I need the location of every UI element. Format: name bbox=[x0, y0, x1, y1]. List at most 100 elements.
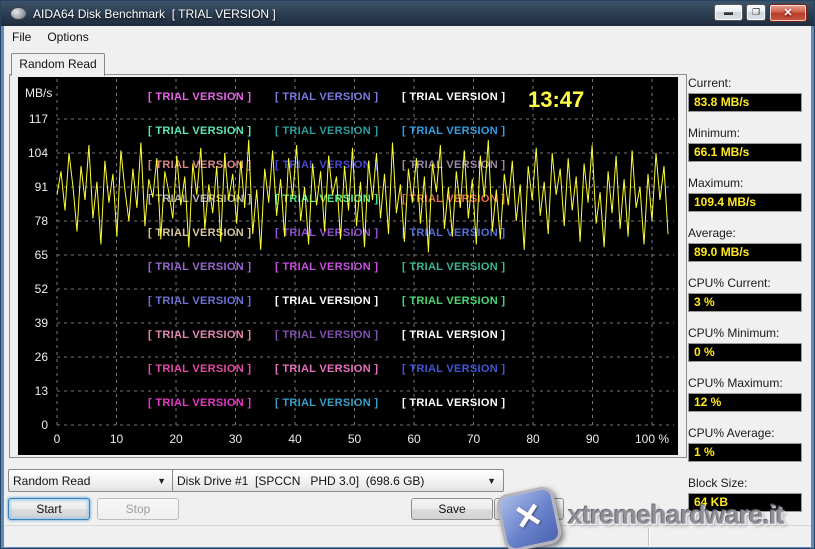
trial-watermark: [ TRIAL VERSION ] bbox=[402, 261, 505, 273]
stat-label: Average: bbox=[688, 226, 804, 240]
trial-watermark: [ TRIAL VERSION ] bbox=[402, 363, 505, 375]
trial-watermark: [ TRIAL VERSION ] bbox=[148, 227, 251, 239]
stat-value: 12 % bbox=[688, 393, 802, 412]
stat-value: 89.0 MB/s bbox=[688, 243, 802, 262]
x-tick-label: 30 bbox=[229, 432, 243, 446]
y-tick-label: 52 bbox=[35, 282, 49, 296]
maximize-button-icon[interactable]: ❐ bbox=[746, 4, 766, 21]
y-tick-label: 39 bbox=[35, 316, 49, 330]
x-tick-label: 60 bbox=[407, 432, 421, 446]
y-tick-label: 0 bbox=[41, 418, 48, 432]
stat-label: Maximum: bbox=[688, 176, 804, 190]
trial-watermark: [ TRIAL VERSION ] bbox=[275, 125, 378, 137]
menu-item-options[interactable]: Options bbox=[39, 27, 96, 47]
test-type-value: Random Read bbox=[13, 474, 154, 488]
stat-label: CPU% Average: bbox=[688, 426, 804, 440]
x-tick-label: 70 bbox=[467, 432, 481, 446]
trial-watermark: [ TRIAL VERSION ] bbox=[275, 397, 378, 409]
menu-item-file[interactable]: File bbox=[4, 27, 39, 47]
window-title: AIDA64 Disk Benchmark [ TRIAL VERSION ] bbox=[33, 7, 276, 21]
trial-watermark: [ TRIAL VERSION ] bbox=[402, 397, 505, 409]
trial-watermark: [ TRIAL VERSION ] bbox=[148, 261, 251, 273]
trial-watermark: [ TRIAL VERSION ] bbox=[275, 261, 378, 273]
trial-watermark: [ TRIAL VERSION ] bbox=[275, 329, 378, 341]
trial-watermark: [ TRIAL VERSION ] bbox=[402, 193, 505, 205]
stat-group: Maximum:109.4 MB/s bbox=[688, 176, 804, 212]
benchmark-chart: 117104917865523926130MB/s010203040506070… bbox=[18, 77, 678, 455]
stat-value: 0 % bbox=[688, 343, 802, 362]
clock-overlay: 13:47 bbox=[528, 87, 584, 112]
chart-panel: 117104917865523926130MB/s010203040506070… bbox=[9, 74, 687, 458]
trial-watermark: [ TRIAL VERSION ] bbox=[402, 125, 505, 137]
stat-label: CPU% Minimum: bbox=[688, 326, 804, 340]
x-tick-label: 40 bbox=[288, 432, 302, 446]
trial-watermark: [ TRIAL VERSION ] bbox=[402, 227, 505, 239]
stat-group: CPU% Minimum: 0 % bbox=[688, 326, 804, 362]
stat-label: CPU% Maximum: bbox=[688, 376, 804, 390]
y-tick-label: 65 bbox=[35, 248, 49, 262]
status-bar-divider bbox=[648, 528, 649, 546]
trial-watermark: [ TRIAL VERSION ] bbox=[148, 91, 251, 103]
x-tick-label: 100 % bbox=[635, 432, 669, 446]
trial-watermark: [ TRIAL VERSION ] bbox=[275, 363, 378, 375]
chevron-down-icon: ▼ bbox=[154, 476, 169, 486]
trial-watermark: [ TRIAL VERSION ] bbox=[402, 91, 505, 103]
stat-label: Block Size: bbox=[688, 476, 804, 490]
x-tick-label: 80 bbox=[526, 432, 540, 446]
start-button[interactable]: Start bbox=[8, 498, 90, 520]
stat-group: CPU% Maximum: 12 % bbox=[688, 376, 804, 412]
tab-random-read[interactable]: Random Read bbox=[11, 53, 105, 76]
stat-label: Current: bbox=[688, 76, 804, 90]
y-tick-label: 104 bbox=[28, 146, 48, 160]
stats-panel: Current: 83.8 MB/s Minimum: 66.1 MB/s Maximu… bbox=[688, 74, 804, 526]
stop-button[interactable]: Stop bbox=[97, 498, 179, 520]
minimize-button-icon[interactable]: ▬ bbox=[714, 4, 743, 21]
x-tick-label: 0 bbox=[54, 432, 61, 446]
y-axis-unit-label: MB/s bbox=[25, 86, 52, 100]
x-tick-label: 10 bbox=[110, 432, 124, 446]
drive-select-value: Disk Drive #1 [SPCCN PHD 3.0] (698.6 GB) bbox=[177, 474, 484, 488]
trial-watermark: [ TRIAL VERSION ] bbox=[275, 159, 378, 171]
trial-watermark: [ TRIAL VERSION ] bbox=[275, 227, 378, 239]
y-tick-label: 26 bbox=[35, 350, 49, 364]
trial-watermark: [ TRIAL VERSION ] bbox=[402, 295, 505, 307]
y-tick-label: 13 bbox=[35, 384, 49, 398]
stat-group: Average: 89.0 MB/s bbox=[688, 226, 804, 262]
trial-watermark: [ TRIAL VERSION ] bbox=[275, 295, 378, 307]
trial-watermark: [ TRIAL VERSION ] bbox=[402, 329, 505, 341]
stat-value: 64 KB bbox=[688, 493, 802, 512]
trial-watermark: [ TRIAL VERSION ] bbox=[148, 295, 251, 307]
app-window: AIDA64 Disk Benchmark [ TRIAL VERSION ] … bbox=[0, 0, 815, 549]
app-icon bbox=[10, 7, 27, 20]
trial-watermark: [ TRIAL VERSION ] bbox=[148, 125, 251, 137]
test-type-select[interactable]: Random Read ▼ bbox=[8, 469, 174, 492]
window-controls: ▬ ❐ ✕ bbox=[714, 4, 807, 22]
stat-value: 66.1 MB/s bbox=[688, 143, 802, 162]
stat-group: CPU% Average: 1 % bbox=[688, 426, 804, 462]
stat-value: 83.8 MB/s bbox=[688, 93, 802, 112]
stat-value: 3 % bbox=[688, 293, 802, 312]
chevron-down-icon: ▼ bbox=[484, 476, 499, 486]
menubar: FileOptions bbox=[4, 26, 811, 48]
titlebar: AIDA64 Disk Benchmark [ TRIAL VERSION ] … bbox=[1, 1, 814, 26]
stat-value: 1 % bbox=[688, 443, 802, 462]
stat-label: CPU% Current: bbox=[688, 276, 804, 290]
stat-group: Minimum: 66.1 MB/s bbox=[688, 126, 804, 162]
trial-watermark: [ TRIAL VERSION ] bbox=[148, 329, 251, 341]
x-tick-label: 90 bbox=[586, 432, 600, 446]
clear-button[interactable]: Clear bbox=[494, 498, 564, 520]
x-tick-label: 50 bbox=[348, 432, 362, 446]
stat-group: Current: 83.8 MB/s bbox=[688, 76, 804, 112]
stat-group: Block Size: 64 KB bbox=[688, 476, 804, 512]
close-button-icon[interactable]: ✕ bbox=[769, 4, 807, 22]
trial-watermark: [ TRIAL VERSION ] bbox=[148, 397, 251, 409]
drive-select[interactable]: Disk Drive #1 [SPCCN PHD 3.0] (698.6 GB)… bbox=[172, 469, 504, 492]
trial-watermark: [ TRIAL VERSION ] bbox=[275, 91, 378, 103]
stat-group: CPU% Current: 3 % bbox=[688, 276, 804, 312]
status-bar bbox=[4, 525, 811, 547]
y-tick-label: 91 bbox=[35, 180, 49, 194]
save-button[interactable]: Save bbox=[411, 498, 493, 520]
y-tick-label: 78 bbox=[35, 214, 49, 228]
stat-label: Minimum: bbox=[688, 126, 804, 140]
trial-watermark: [ TRIAL VERSION ] bbox=[148, 363, 251, 375]
